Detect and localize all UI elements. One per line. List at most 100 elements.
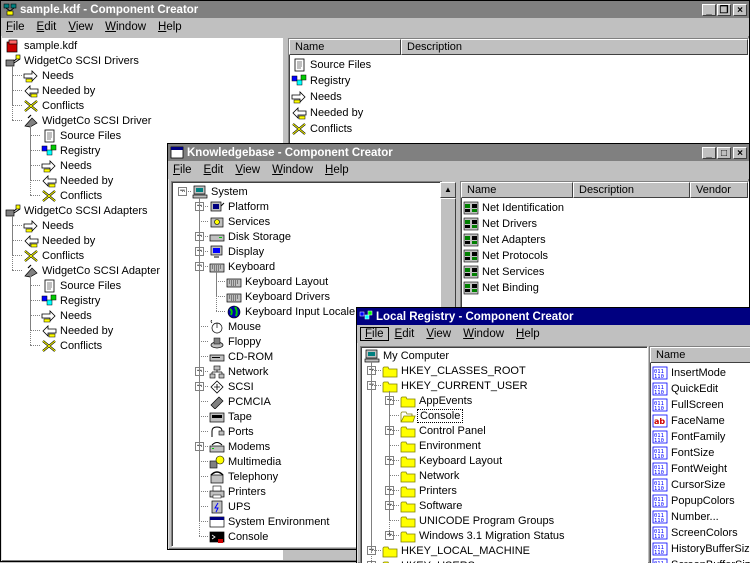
main-tree-item[interactable]: Needs [41,308,94,323]
kb-scroll-up-button[interactable]: ▲ [440,182,456,198]
main-list-item[interactable]: Needs [291,89,344,104]
reg-list-item[interactable]: 011110FontSize [652,445,716,460]
reg-list-item[interactable]: 011110ScreenColors [652,525,740,540]
main-tree-item[interactable]: WidgetCo SCSI Adapters [5,203,150,218]
main-list-item[interactable]: Registry [291,73,352,88]
main-tree-item[interactable]: WidgetCo SCSI Drivers [5,53,141,68]
reg-list-item[interactable]: 011110FontWeight [652,461,729,476]
reg-list-item[interactable]: 011110Number... [652,509,721,524]
kb-titlebar[interactable]: Knowledgebase - Component Creator _ □ × [168,144,749,161]
main-tree-item[interactable]: Needs [23,68,76,83]
main-minimize-button[interactable]: _ [702,4,716,16]
kb-tree-item[interactable]: Keyboard Layout [226,274,330,289]
kb-list-item[interactable]: Net Protocols [463,248,550,263]
main-list-item[interactable]: Conflicts [291,121,354,136]
reg-tree-item[interactable]: AppEvents [400,393,474,408]
main-menu-view[interactable]: View [62,21,99,33]
reg-list-item[interactable]: 011110HistoryBufferSize [652,541,750,556]
reg-list-pane[interactable]: Name011110InsertMode011110QuickEdit01111… [649,346,750,563]
kb-tree-item[interactable]: PCMCIA [209,394,273,409]
kb-tree-item[interactable]: CD-ROM [209,349,275,364]
kb-list-item[interactable]: Net Services [463,264,546,279]
kb-tree-item[interactable]: SCSI [209,379,256,394]
reg-list-item[interactable]: abFaceName [652,413,727,428]
reg-list-item[interactable]: 011110ScreenBufferSize [652,557,750,563]
main-tree-item[interactable]: Needed by [41,173,115,188]
kb-menu-view[interactable]: View [229,164,266,176]
main-menu-window[interactable]: Window [99,21,152,33]
main-tree-item[interactable]: Conflicts [41,188,104,203]
reg-menu-help[interactable]: Help [510,328,546,340]
reg-list-item[interactable]: 011110QuickEdit [652,381,720,396]
reg-tree-item[interactable]: UNICODE Program Groups [400,513,556,528]
reg-tree-item[interactable]: Printers [400,483,459,498]
kb-tree-item[interactable]: Keyboard [209,259,277,274]
reg-tree-item[interactable]: My Computer [364,348,451,363]
main-tree-item[interactable]: Needs [41,158,94,173]
reg-tree-item[interactable]: Environment [400,438,483,453]
kb-tree-item[interactable]: System Environment [209,514,331,529]
main-menu-help[interactable]: Help [152,21,188,33]
kb-menu-edit[interactable]: Edit [198,164,230,176]
reg-column-header-name[interactable]: Name [650,347,750,363]
kb-menu-file[interactable]: File [168,164,198,176]
reg-tree-item[interactable]: Console [400,408,463,423]
kb-tree-item[interactable]: Floppy [209,334,263,349]
main-tree-item[interactable]: Registry [41,293,102,308]
kb-maximize-button[interactable]: □ [717,147,731,159]
main-menu-edit[interactable]: Edit [31,21,63,33]
main-tree-item[interactable]: Conflicts [41,338,104,353]
main-tree-item[interactable]: WidgetCo SCSI Adapter [23,263,162,278]
main-list-item[interactable]: Needed by [291,105,365,120]
kb-tree-item[interactable]: Tape [209,409,254,424]
reg-tree-item[interactable]: Control Panel [400,423,488,438]
reg-list-item[interactable]: 011110CursorSize [652,477,727,492]
main-column-header-description[interactable]: Description [401,39,748,55]
reg-list-item[interactable]: 011110FontFamily [652,429,727,444]
kb-tree-item[interactable]: System [192,184,250,199]
kb-tree-item[interactable]: Display [209,244,266,259]
reg-tree-item[interactable]: HKEY_USERS [382,558,477,563]
kb-column-header-description[interactable]: Description [573,182,690,198]
main-titlebar[interactable]: sample.kdf - Component Creator _ ❐ × [1,1,749,18]
kb-minimize-button[interactable]: _ [702,147,716,159]
kb-tree-item[interactable]: Keyboard Drivers [226,289,332,304]
kb-list-item[interactable]: Net Identification [463,200,566,215]
main-tree-item[interactable]: Needed by [23,83,97,98]
main-column-header-name[interactable]: Name [289,39,401,55]
main-tree-item[interactable]: Conflicts [23,248,86,263]
kb-list-item[interactable]: Net Drivers [463,216,539,231]
reg-menu-view[interactable]: View [420,328,457,340]
reg-list-item[interactable]: 011110FullScreen [652,397,726,412]
kb-column-header-vendor[interactable]: Vendor [690,182,748,198]
main-restore-button[interactable]: ❐ [717,4,731,16]
reg-tree-item[interactable]: HKEY_CURRENT_USER [382,378,530,393]
kb-menu-help[interactable]: Help [319,164,355,176]
main-tree-item[interactable]: sample.kdf [5,38,79,53]
kb-tree-item[interactable]: Modems [209,439,272,454]
reg-list-item[interactable]: 011110PopupColors [652,493,737,508]
main-tree-item[interactable]: Source Files [41,128,123,143]
kb-menu-window[interactable]: Window [266,164,319,176]
kb-tree-item[interactable]: Console [209,529,270,544]
main-list-item[interactable]: Source Files [291,57,373,72]
kb-tree-item[interactable]: Mouse [209,319,263,334]
reg-menu-file[interactable]: File [360,327,389,341]
reg-tree-pane[interactable]: My ComputerHKEY_CLASSES_ROOT+HKEY_CURREN… [360,346,648,563]
kb-tree-item[interactable]: Keyboard Input Locale [226,304,357,319]
reg-tree-item[interactable]: HKEY_CLASSES_ROOT [382,363,528,378]
kb-tree-item[interactable]: Services [209,214,272,229]
kb-close-button[interactable]: × [733,147,747,159]
reg-tree-item[interactable]: Windows 3.1 Migration Status [400,528,567,543]
kb-list-item[interactable]: Net Adapters [463,232,548,247]
reg-titlebar[interactable]: Local Registry - Component Creator [357,308,750,325]
main-tree-item[interactable]: Needed by [23,233,97,248]
kb-tree-item[interactable]: Network [209,364,270,379]
reg-tree-item[interactable]: Software [400,498,464,513]
main-tree-item[interactable]: WidgetCo SCSI Driver [23,113,153,128]
registry-window[interactable]: Local Registry - Component Creator File E… [356,307,750,563]
reg-list-item[interactable]: 011110InsertMode [652,365,728,380]
main-menu-file[interactable]: File [1,21,31,33]
main-tree-item[interactable]: Conflicts [23,98,86,113]
reg-menu-window[interactable]: Window [457,328,510,340]
